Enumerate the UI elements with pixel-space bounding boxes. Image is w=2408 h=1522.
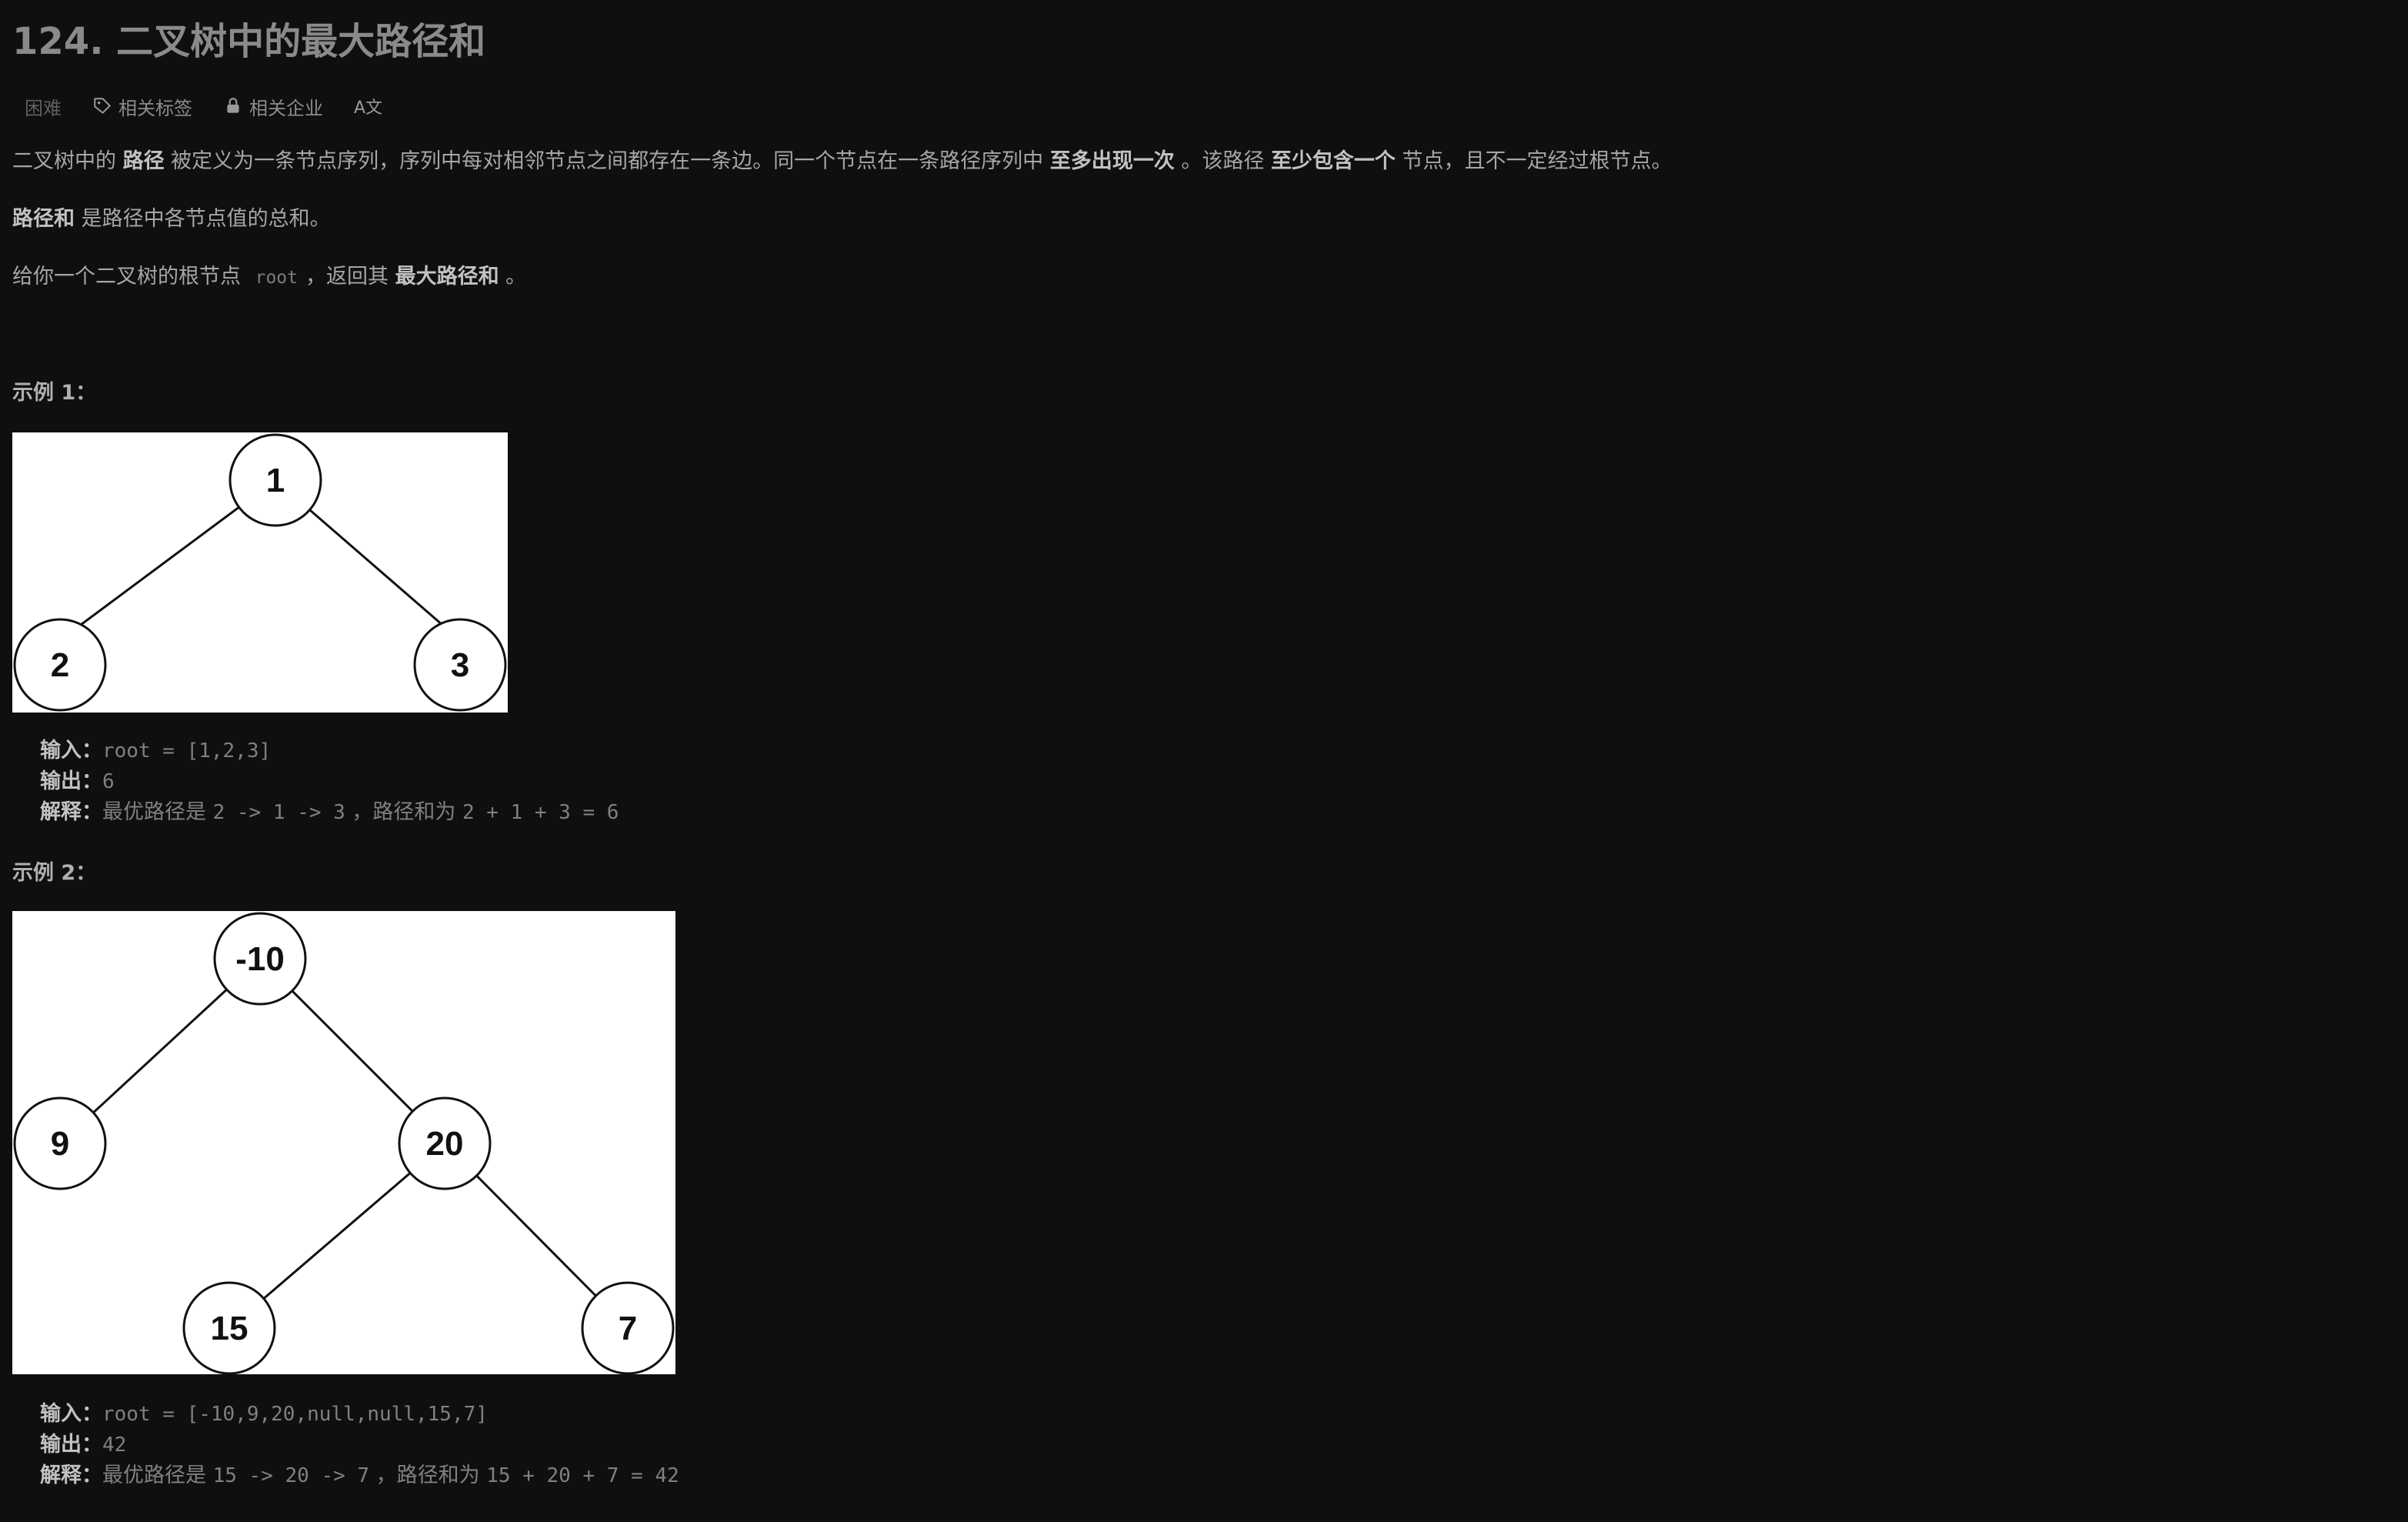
explanation-sum: 2 + 1 + 3 = 6 — [462, 801, 619, 824]
example-2-tree-image: -10 9 20 15 7 — [12, 911, 675, 1374]
tree-node-label: 20 — [426, 1125, 464, 1163]
desc-bold-path: 路径 — [122, 149, 165, 173]
lock-icon — [227, 98, 239, 113]
related-tags-label: 相关标签 — [118, 97, 192, 119]
desc-bold-at-least-one: 至少包含一个 — [1270, 149, 1396, 173]
example-1-io: 输入：root = [1,2,3] 输出：6 解释：最优路径是 2 -> 1 -… — [40, 736, 619, 828]
difficulty-badge: 困难 — [25, 97, 62, 119]
example-1-output: 输出：6 — [40, 766, 619, 797]
tree-node-label: 7 — [619, 1310, 637, 1347]
desc-bold-once: 至多出现一次 — [1049, 149, 1175, 173]
example-1-explanation: 解释：最优路径是 2 -> 1 -> 3 ，路径和为 2 + 1 + 3 = 6 — [40, 797, 619, 828]
explanation-text: 最优路径是 — [102, 1464, 213, 1487]
explanation-path: 2 -> 1 -> 3 — [212, 801, 345, 824]
input-label: 输入： — [40, 739, 102, 763]
tag-icon — [94, 98, 111, 114]
example-2-io: 输入：root = [-10,9,20,null,null,15,7] 输出：4… — [40, 1399, 679, 1491]
related-tags-button[interactable]: 相关标签 — [92, 93, 192, 120]
tree-node-label: 15 — [211, 1310, 248, 1347]
output-value: 42 — [102, 1434, 127, 1457]
explanation-path: 15 -> 20 -> 7 — [212, 1464, 370, 1487]
explanation-text: ，路径和为 — [345, 800, 462, 824]
example-2-title: 示例 2： — [12, 861, 97, 885]
desc-text: 。该路径 — [1174, 149, 1271, 173]
example-2-output: 输出：42 — [40, 1430, 679, 1460]
tree-node-label: 2 — [51, 646, 69, 684]
inline-code-root: root — [255, 268, 298, 288]
description-paragraph-3: 给你一个二叉树的根节点 root ，返回其 最大路径和 。 — [12, 262, 526, 293]
explanation-text: 最优路径是 — [102, 800, 213, 824]
output-label: 输出： — [40, 1433, 102, 1457]
desc-text: 是路径中各节点值的总和。 — [75, 207, 331, 231]
description-paragraph-1: 二叉树中的 路径 被定义为一条节点序列，序列中每对相邻节点之间都存在一条边。同一… — [12, 146, 1673, 177]
example-2-explanation: 解释：最优路径是 15 -> 20 -> 7 ，路径和为 15 + 20 + 7… — [40, 1460, 679, 1491]
related-companies-label: 相关企业 — [249, 97, 323, 119]
tree-node-label: -10 — [235, 940, 285, 978]
output-label: 输出： — [40, 769, 102, 793]
desc-text: ，返回其 — [305, 265, 395, 289]
desc-text: 节点，且不一定经过根节点。 — [1395, 149, 1673, 173]
output-value: 6 — [102, 770, 115, 793]
input-label: 输入： — [40, 1402, 102, 1426]
example-2-input: 输入：root = [-10,9,20,null,null,15,7] — [40, 1399, 679, 1430]
problem-title: 124. 二叉树中的最大路径和 — [12, 20, 486, 63]
desc-bold-path-sum: 路径和 — [12, 207, 75, 231]
desc-text: 二叉树中的 — [12, 149, 123, 173]
explanation-sum: 15 + 20 + 7 = 42 — [486, 1464, 679, 1487]
input-value: root = [-10,9,20,null,null,15,7] — [102, 1403, 488, 1426]
explanation-label: 解释： — [40, 800, 102, 824]
desc-text: 给你一个二叉树的根节点 — [12, 265, 248, 289]
desc-text: 被定义为一条节点序列，序列中每对相邻节点之间都存在一条边。同一个节点在一条路径序… — [164, 149, 1050, 173]
translate-icon: A文 — [354, 98, 383, 118]
related-companies-button[interactable]: 相关企业 — [223, 93, 323, 120]
tree-node-label: 9 — [51, 1125, 69, 1163]
example-1-input: 输入：root = [1,2,3] — [40, 736, 619, 766]
description-paragraph-2: 路径和 是路径中各节点值的总和。 — [12, 204, 331, 235]
input-value: root = [1,2,3] — [102, 739, 272, 763]
desc-bold-max-path-sum: 最大路径和 — [395, 265, 499, 289]
translate-button[interactable]: A文 — [354, 94, 382, 118]
explanation-text: ，路径和为 — [369, 1464, 487, 1487]
problem-meta-row: 困难 相关标签 相关企业 A文 — [25, 91, 413, 122]
explanation-label: 解释： — [40, 1464, 102, 1487]
example-1-title: 示例 1： — [12, 381, 97, 405]
desc-text: 。 — [499, 265, 527, 289]
tree-node-label: 1 — [266, 462, 285, 499]
example-1-tree-image: 1 2 3 — [12, 432, 508, 713]
tree-node-label: 3 — [451, 646, 469, 684]
